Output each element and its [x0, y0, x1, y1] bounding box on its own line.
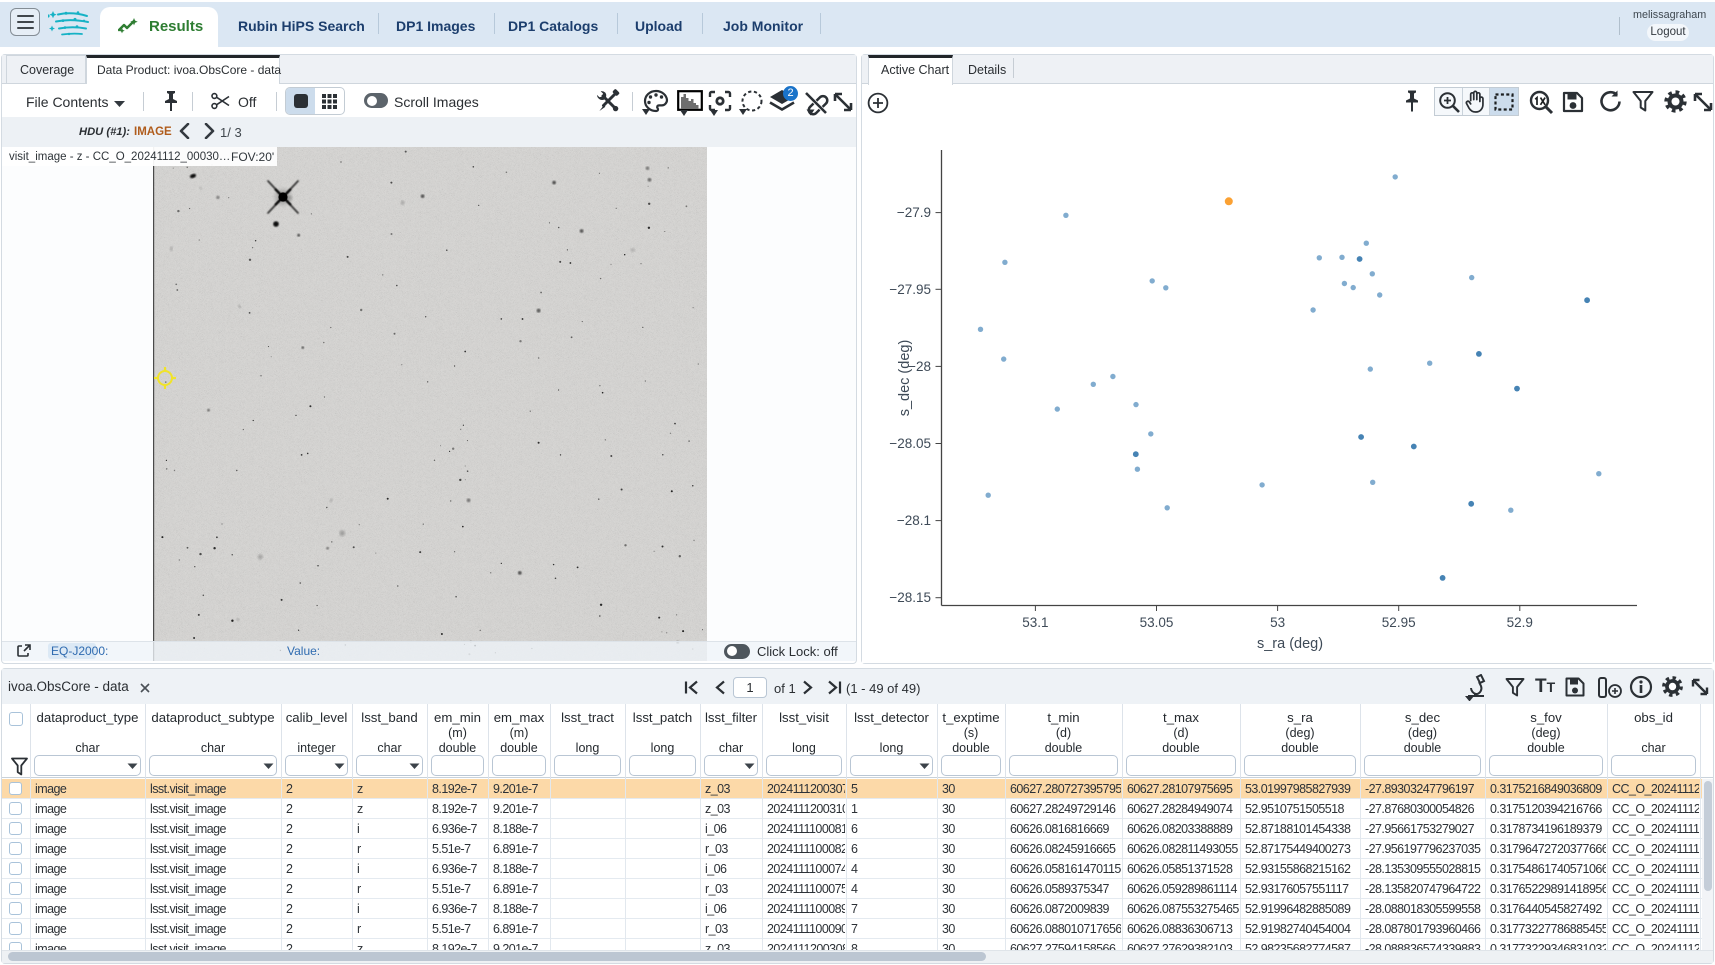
- svg-text:−28.15: −28.15: [889, 590, 931, 605]
- svg-text:−28.1: −28.1: [897, 513, 931, 528]
- svg-text:53: 53: [1270, 615, 1285, 630]
- svg-text:−28.05: −28.05: [889, 436, 931, 451]
- svg-text:−27.9: −27.9: [897, 205, 931, 220]
- svg-text:52.95: 52.95: [1382, 615, 1416, 630]
- svg-text:53.05: 53.05: [1140, 615, 1174, 630]
- svg-text:s_dec (deg): s_dec (deg): [897, 340, 913, 417]
- svg-text:s_ra (deg): s_ra (deg): [1257, 636, 1323, 652]
- svg-text:−27.95: −27.95: [889, 282, 931, 297]
- svg-text:53.1: 53.1: [1022, 615, 1048, 630]
- svg-text:52.9: 52.9: [1507, 615, 1533, 630]
